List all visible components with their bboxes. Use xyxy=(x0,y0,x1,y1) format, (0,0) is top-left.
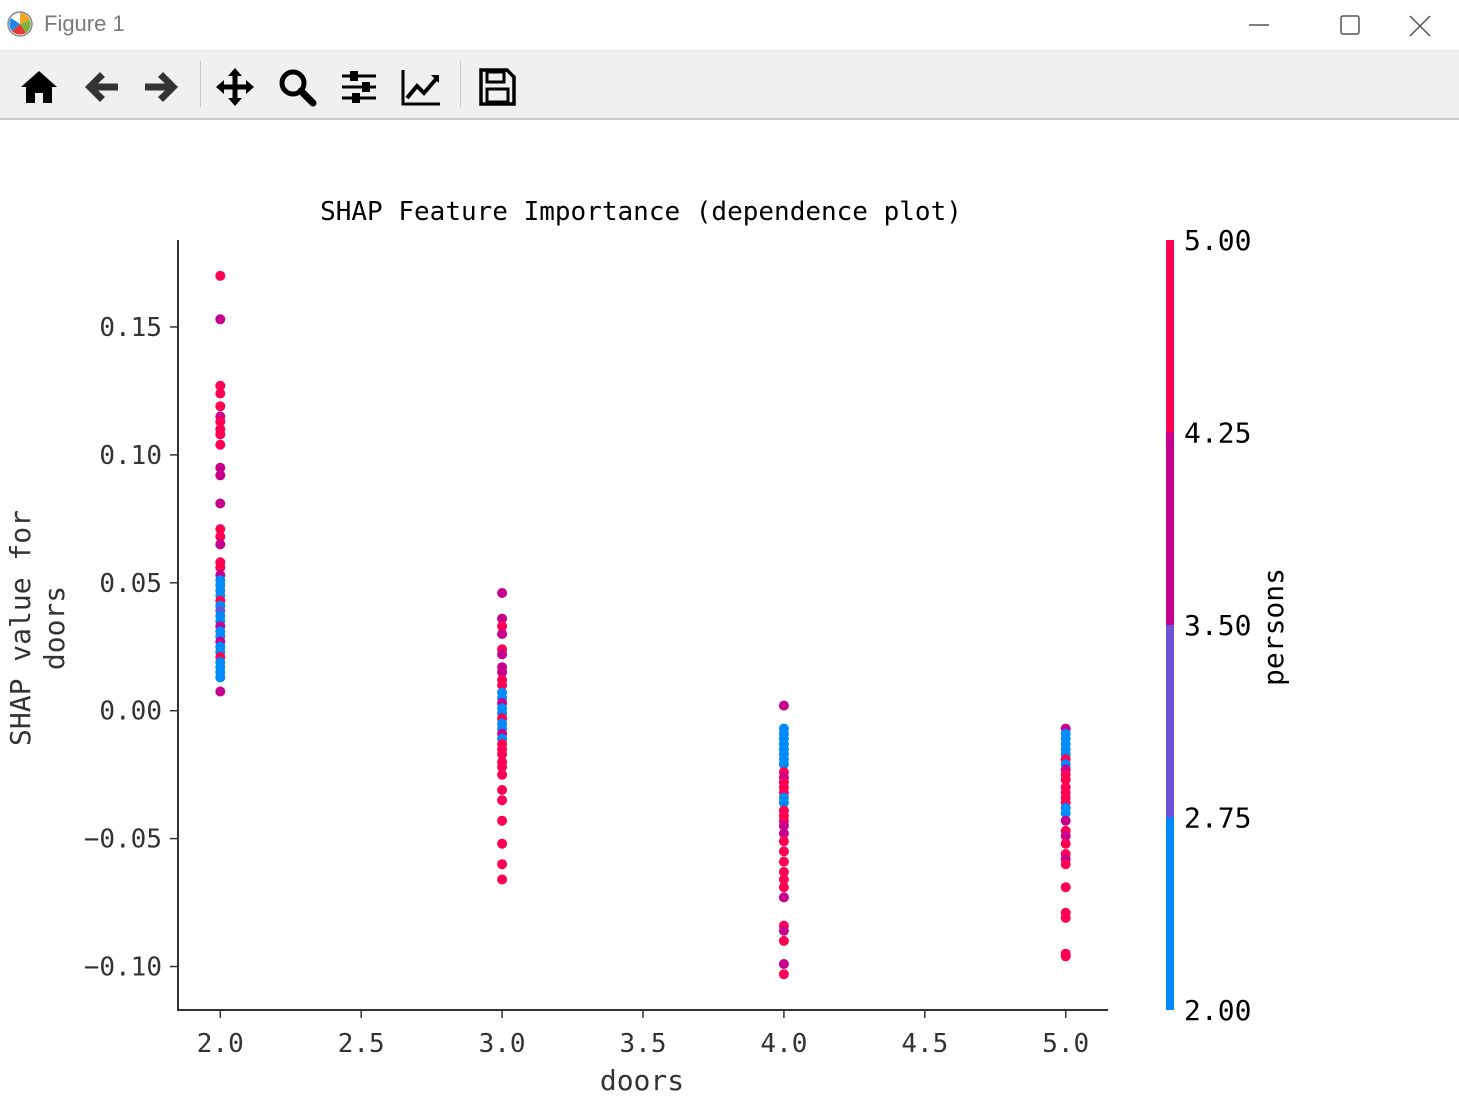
zoom-icon xyxy=(279,69,317,107)
colorbar-ticks: 5.00 4.25 3.50 2.75 2.00 xyxy=(1184,224,1251,1027)
y-tick-label: −0.10 xyxy=(84,953,162,983)
scatter-point xyxy=(778,969,789,980)
colorbar xyxy=(1166,240,1174,1010)
y-axis-label-line-2: doors xyxy=(38,586,71,670)
toolbar-separator xyxy=(200,61,201,107)
chart-title: SHAP Feature Importance (dependence plot… xyxy=(320,197,962,227)
x-axis-ticks: 2.0 2.5 3.0 3.5 4.0 4.5 5.0 xyxy=(197,1010,1089,1059)
scatter-point xyxy=(778,846,789,857)
arrow-right-icon xyxy=(145,72,178,102)
scatter-point xyxy=(1060,912,1071,923)
colorbar-tick-label: 3.50 xyxy=(1184,609,1251,642)
scatter-point xyxy=(497,769,508,780)
scatter-point xyxy=(497,785,508,795)
y-axis-label-line-1: SHAP value for xyxy=(4,510,37,746)
scatter-point xyxy=(778,959,789,969)
x-tick-label: 5.0 xyxy=(1042,1029,1089,1059)
scatter-point xyxy=(1060,815,1071,826)
x-axis-label: doors xyxy=(600,1064,684,1097)
scatter-point xyxy=(778,836,789,847)
home-button[interactable] xyxy=(14,63,64,109)
scatter-point xyxy=(497,859,508,870)
y-tick-label: 0.00 xyxy=(99,697,162,727)
colorbar-tick-label: 2.75 xyxy=(1184,802,1251,835)
scatter-point xyxy=(778,925,789,936)
scatter-point xyxy=(215,498,226,509)
scatter-point xyxy=(497,838,508,849)
close-button[interactable] xyxy=(1379,0,1459,50)
scatter-points xyxy=(215,270,1071,980)
scatter-point xyxy=(497,874,508,885)
scatter-point xyxy=(497,629,508,639)
pan-button[interactable] xyxy=(210,63,260,109)
scatter-point xyxy=(497,649,508,660)
scatter-point xyxy=(1060,838,1071,849)
x-tick-label: 4.0 xyxy=(760,1029,807,1059)
scatter-point xyxy=(778,892,789,903)
scatter-point xyxy=(215,401,226,412)
x-tick-label: 2.0 xyxy=(197,1029,244,1059)
y-tick-label: 0.05 xyxy=(99,569,162,599)
colorbar-tick-label: 2.00 xyxy=(1184,994,1251,1027)
scatter-point xyxy=(215,439,226,450)
floppy-disk-icon xyxy=(479,68,516,106)
window-title-bar: Figure 1 xyxy=(0,0,1459,51)
scatter-point xyxy=(497,815,508,826)
scatter-point xyxy=(1060,859,1071,870)
configure-subplots-button[interactable] xyxy=(334,63,384,109)
colorbar-tick-label: 5.00 xyxy=(1184,224,1251,257)
scatter-point xyxy=(215,686,226,697)
navigation-toolbar xyxy=(0,51,1459,120)
maximize-button[interactable] xyxy=(1310,0,1390,50)
maximize-icon xyxy=(1340,15,1360,35)
window-title: Figure 1 xyxy=(44,11,125,36)
move-icon xyxy=(216,68,254,106)
scatter-point xyxy=(215,470,226,481)
colorbar-tick-label: 4.25 xyxy=(1184,417,1251,450)
colorbar-label: persons xyxy=(1257,568,1290,686)
zoom-button[interactable] xyxy=(272,63,322,109)
sliders-icon xyxy=(342,71,376,103)
y-axis-ticks: 0.15 0.10 0.05 0.00 −0.05 −0.10 xyxy=(84,313,178,983)
scatter-point xyxy=(1060,882,1071,893)
scatter-point xyxy=(215,429,226,440)
scatter-point xyxy=(215,672,226,683)
save-button[interactable] xyxy=(472,63,522,109)
x-tick-label: 2.5 xyxy=(338,1029,385,1059)
scatter-point xyxy=(1060,951,1071,962)
y-tick-label: 0.10 xyxy=(99,441,162,471)
matplotlib-logo-icon xyxy=(7,11,33,37)
y-tick-label: 0.15 xyxy=(99,313,162,343)
y-tick-label: −0.05 xyxy=(84,825,162,855)
scatter-point xyxy=(497,795,508,806)
x-tick-label: 4.5 xyxy=(901,1029,948,1059)
back-button[interactable] xyxy=(76,63,126,109)
scatter-point xyxy=(215,270,226,281)
scatter-point xyxy=(215,539,226,550)
x-tick-label: 3.5 xyxy=(620,1029,667,1059)
scatter-point xyxy=(497,588,508,598)
close-icon xyxy=(1409,15,1431,37)
scatter-point xyxy=(778,882,789,893)
scatter-point xyxy=(778,935,789,946)
arrow-left-icon xyxy=(85,72,118,102)
scatter-point xyxy=(778,700,789,711)
scatter-point xyxy=(215,388,226,399)
home-icon xyxy=(21,71,57,103)
y-axis-label: SHAP value for doors xyxy=(4,510,71,746)
line-chart-icon xyxy=(401,70,440,106)
edit-axes-button[interactable] xyxy=(396,63,446,109)
dependence-plot: SHAP Feature Importance (dependence plot… xyxy=(4,197,1290,1097)
scatter-point xyxy=(778,856,789,867)
scatter-point xyxy=(215,314,226,325)
x-tick-label: 3.0 xyxy=(479,1029,526,1059)
forward-button[interactable] xyxy=(137,63,187,109)
minimize-icon xyxy=(1249,24,1269,26)
toolbar-separator xyxy=(460,61,461,107)
minimize-button[interactable] xyxy=(1219,0,1299,50)
